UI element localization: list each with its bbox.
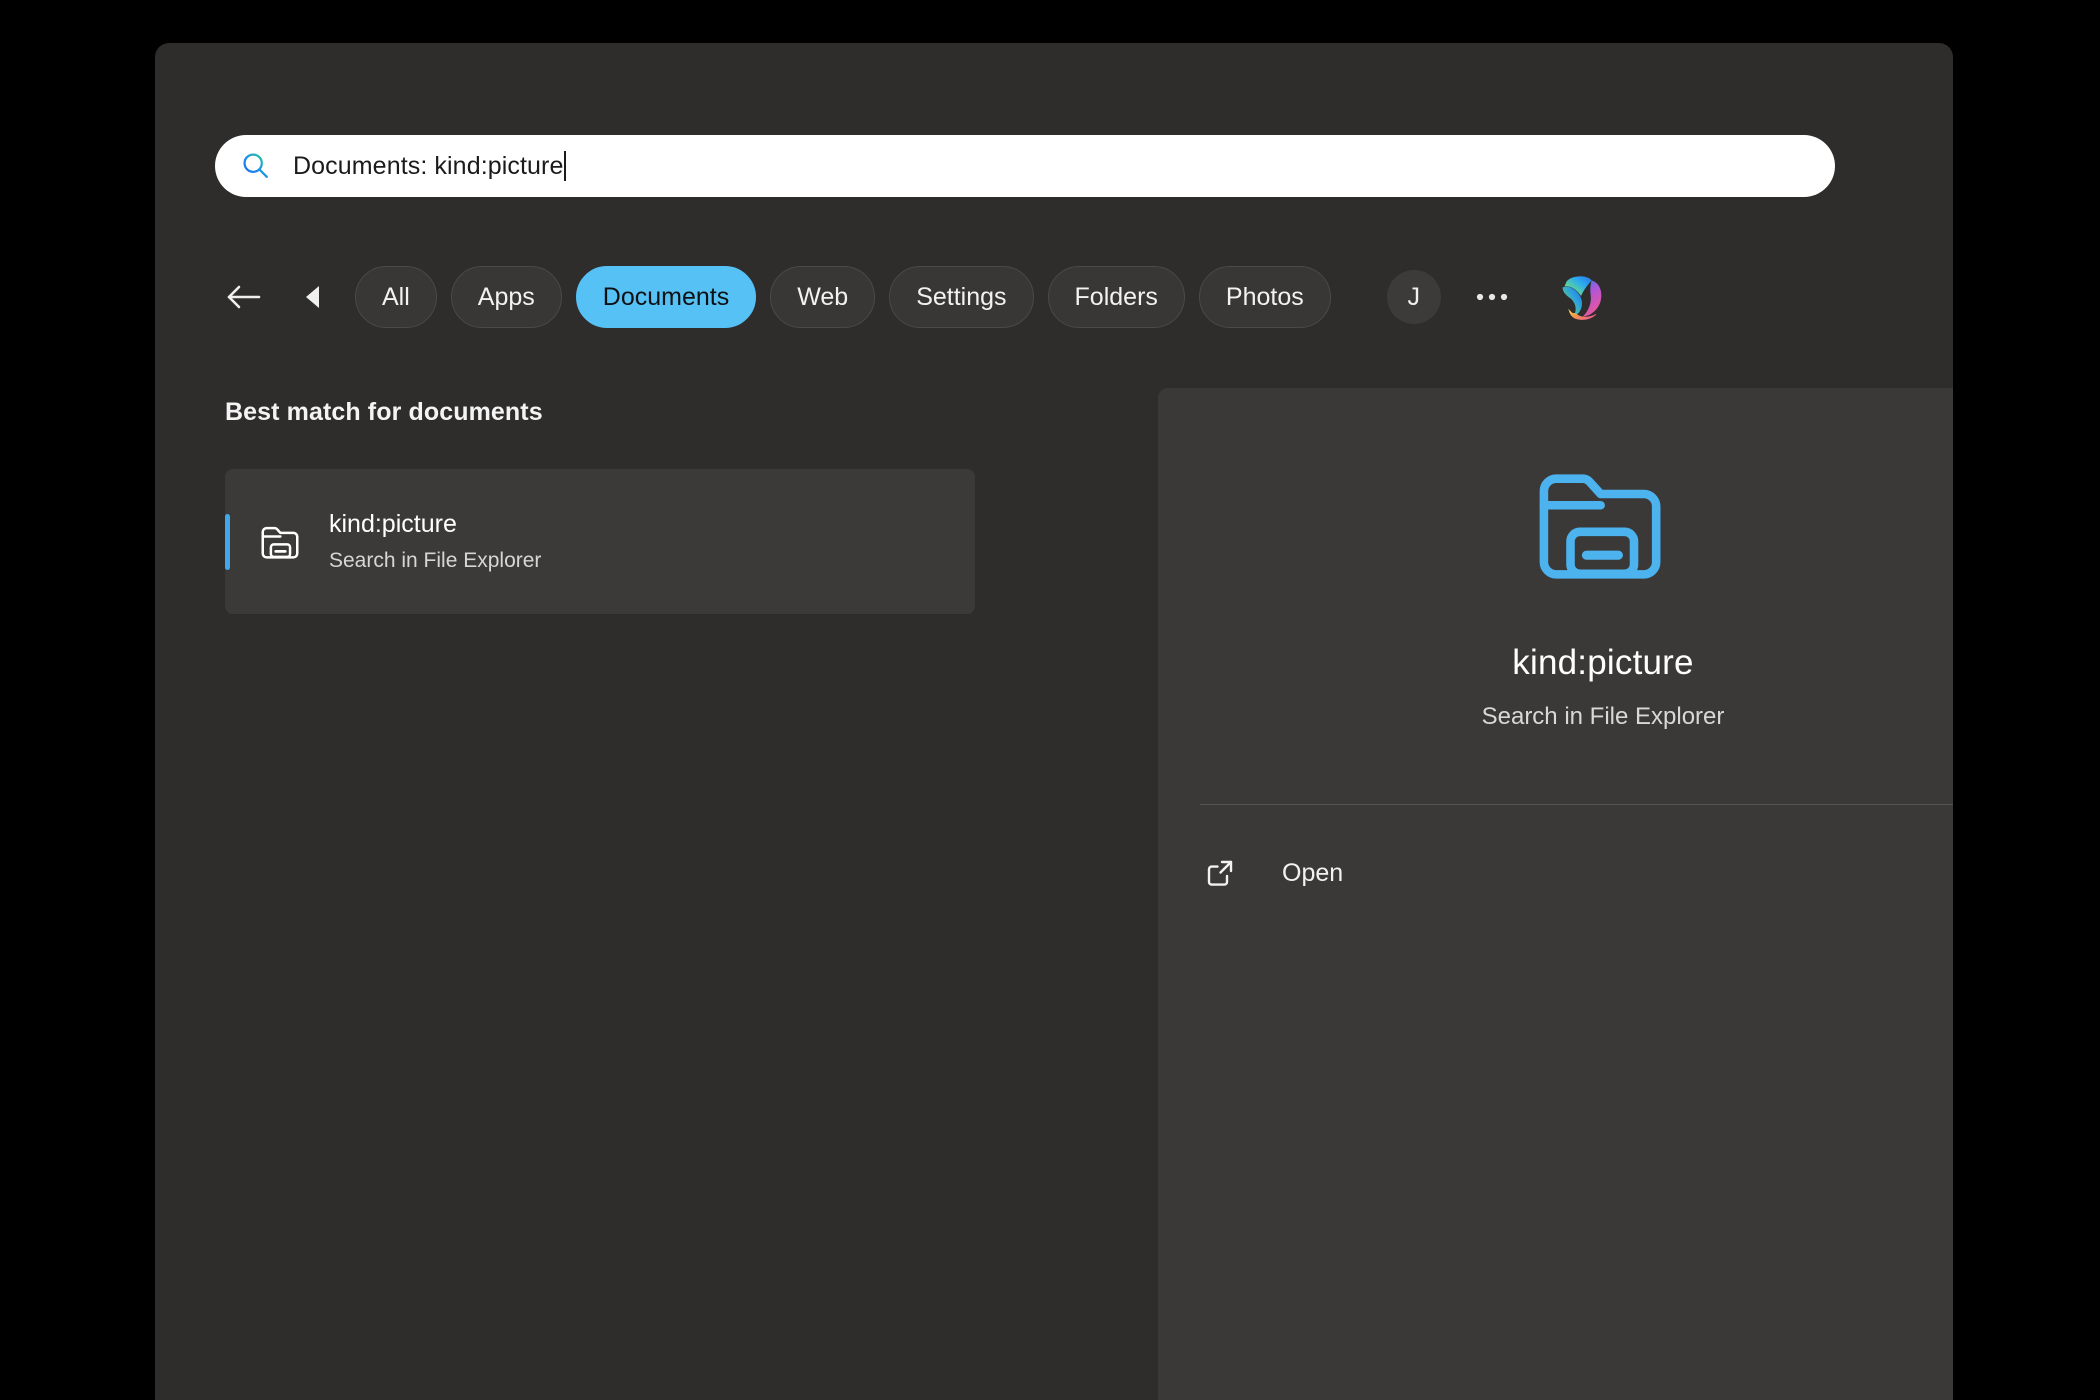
open-external-icon <box>1207 860 1233 886</box>
triangle-left-icon <box>306 286 319 308</box>
tab-web[interactable]: Web <box>770 266 876 328</box>
search-input-value: Documents: kind:picture <box>293 151 564 180</box>
result-text-block: kind:picture Search in File Explorer <box>329 509 541 575</box>
preview-title: kind:picture <box>1512 643 1694 682</box>
avatar[interactable]: J <box>1386 270 1441 324</box>
more-options-button[interactable] <box>1465 270 1519 324</box>
copilot-icon[interactable] <box>1551 266 1613 328</box>
folder-search-icon <box>1539 474 1661 579</box>
results-column: Best match for documents kind:picture Se… <box>215 373 1130 1400</box>
open-action-label: Open <box>1282 858 1344 887</box>
best-match-result-item[interactable]: kind:picture Search in File Explorer <box>225 469 975 614</box>
tab-all[interactable]: All <box>355 266 437 328</box>
filter-tabs-row: All Apps Documents Web Settings Folders … <box>215 261 1895 333</box>
folder-search-icon <box>261 526 299 559</box>
tab-folders[interactable]: Folders <box>1047 266 1185 328</box>
tab-photos[interactable]: Photos <box>1198 266 1331 328</box>
open-action-button[interactable]: Open <box>1200 845 1953 901</box>
text-caret <box>564 151 567 181</box>
tab-apps[interactable]: Apps <box>450 266 562 328</box>
search-text-wrapper: Documents: kind:picture <box>293 135 567 197</box>
preview-pane: kind:picture Search in File Explorer Ope… <box>1158 388 1953 1400</box>
best-match-header: Best match for documents <box>225 398 543 426</box>
ellipsis-icon <box>1476 293 1507 301</box>
preview-subtitle: Search in File Explorer <box>1481 703 1725 730</box>
search-icon <box>243 153 268 178</box>
result-subtitle: Search in File Explorer <box>329 548 542 572</box>
scroll-tabs-left-button[interactable] <box>285 269 341 325</box>
divider <box>1200 804 1953 805</box>
search-window: Documents: kind:picture All Apps Documen… <box>155 43 1953 1400</box>
back-button[interactable] <box>215 269 271 325</box>
selection-accent-bar <box>225 514 230 570</box>
tab-settings[interactable]: Settings <box>889 266 1034 328</box>
back-arrow-icon <box>227 285 261 309</box>
result-title: kind:picture <box>329 509 457 538</box>
tab-documents[interactable]: Documents <box>575 266 757 328</box>
search-input[interactable]: Documents: kind:picture <box>215 135 1835 197</box>
